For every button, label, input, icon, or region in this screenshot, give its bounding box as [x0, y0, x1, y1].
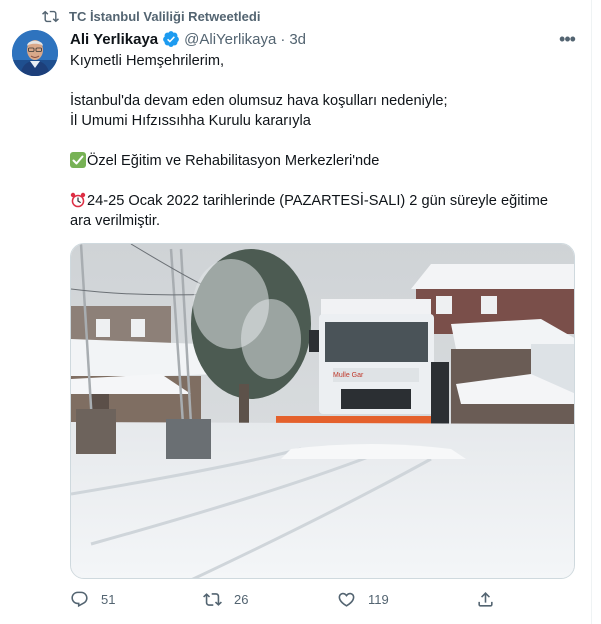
- truck-logo: Mulle Gar: [333, 372, 364, 379]
- author-handle[interactable]: @AliYerlikaya: [184, 31, 276, 48]
- retweet-icon: [203, 593, 222, 606]
- reply-icon: [71, 591, 88, 608]
- tweet-text-line: Özel Eğitim ve Rehabilitasyon Merkezleri…: [87, 153, 380, 169]
- reply-button[interactable]: 51: [70, 590, 115, 609]
- retweet-context-label: TC İstanbul Valiliği Retweetledi: [69, 9, 261, 24]
- tweet-text-line: İl Umumi Hıfzıssıhha Kurulu kararıyla: [70, 113, 311, 129]
- tweet-timestamp[interactable]: 3d: [289, 31, 306, 48]
- tweet-text-dates: 24-25 Ocak 2022 tarihlerinde (PAZARTESİ-…: [70, 191, 570, 231]
- tweet-text-line: ara verilmiştir.: [70, 213, 161, 229]
- like-button[interactable]: 119: [337, 590, 389, 609]
- tweet-text-scope: Özel Eğitim ve Rehabilitasyon Merkezleri…: [70, 151, 570, 171]
- verified-badge-icon: [163, 31, 179, 47]
- tweet-text-line: 24-25 Ocak 2022 tarihlerinde (PAZARTESİ-…: [87, 193, 549, 209]
- check-mark-emoji: [70, 152, 86, 168]
- share-icon: [478, 592, 493, 607]
- tweet-header: Ali Yerlikaya @AliYerlikaya · 3d: [70, 30, 306, 48]
- author-name[interactable]: Ali Yerlikaya: [70, 31, 158, 48]
- avatar[interactable]: [12, 30, 58, 76]
- tweet-card[interactable]: TC İstanbul Valiliği Retweetledi Ali Yer…: [0, 0, 592, 624]
- alarm-clock-emoji: [70, 192, 86, 208]
- tweet-photo[interactable]: Mulle Gar: [70, 243, 575, 579]
- separator-dot: ·: [280, 30, 286, 48]
- tweet-actions: 51 26 119: [70, 590, 520, 616]
- reply-count: 51: [101, 592, 116, 607]
- more-options-icon[interactable]: •••: [556, 30, 578, 48]
- tweet-text-greeting: Kıymetli Hemşehrilerim,: [70, 53, 225, 69]
- like-count: 119: [368, 592, 389, 607]
- retweet-button[interactable]: 26: [203, 590, 248, 609]
- tweet-text-reason: İstanbul'da devam eden olumsuz hava koşu…: [70, 91, 570, 131]
- like-icon: [338, 592, 355, 607]
- retweet-icon: [42, 10, 59, 23]
- retweet-count: 26: [234, 592, 249, 607]
- tweet-text-line: İstanbul'da devam eden olumsuz hava koşu…: [70, 93, 448, 109]
- retweet-context[interactable]: TC İstanbul Valiliği Retweetledi: [42, 8, 260, 25]
- share-button[interactable]: [476, 590, 495, 609]
